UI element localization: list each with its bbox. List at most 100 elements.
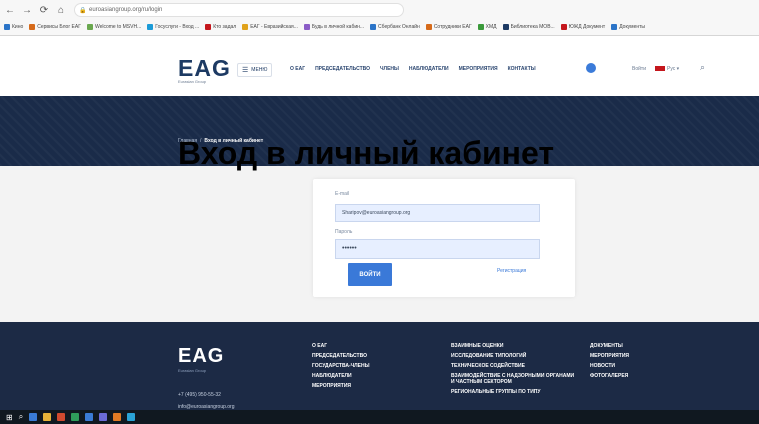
footer-link[interactable]: НАБЛЮДАТЕЛИ (312, 373, 369, 379)
footer-link[interactable]: О ЕАГ (312, 343, 369, 349)
login-button[interactable]: ВОЙТИ (348, 263, 392, 286)
bookmark-favicon-icon (147, 24, 154, 30)
footer-column-1: О ЕАГ ПРЕДСЕДАТЕЛЬСТВО ГОСУДАРСТВА-ЧЛЕНЫ НА… (312, 343, 369, 389)
breadcrumb-separator: / (200, 138, 202, 144)
bookmark-label: Welcome to MSVH... (94, 24, 142, 30)
taskbar-app-icon[interactable] (71, 413, 80, 421)
bookmark-label: ЮЖД Документ (568, 24, 606, 30)
bookmark-item[interactable]: Кино (4, 24, 23, 30)
bookmark-label: Документы (619, 24, 645, 30)
footer-link[interactable]: ТЕХНИЧЕСКОЕ СОДЕЙСТВИЕ (451, 363, 576, 369)
bookmark-item[interactable]: ЮЖД Документ (560, 24, 606, 30)
bookmark-favicon-icon (4, 24, 10, 30)
footer-logo-subtitle: Eurasian Group (178, 368, 207, 373)
bookmark-label: ХМД (485, 24, 497, 30)
password-label: Пароль (335, 229, 353, 235)
site-logo[interactable]: EAG (178, 55, 231, 82)
bookmark-label: Сбербанк Онлайн (378, 24, 420, 30)
footer-link[interactable]: МЕРОПРИЯТИЯ (590, 353, 629, 359)
site-footer (0, 322, 759, 410)
footer-column-3: ДОКУМЕНТЫ МЕРОПРИЯТИЯ НОВОСТИ ФОТОГАЛЕРЕЯ (590, 343, 629, 379)
reload-icon[interactable]: ⟳ (37, 3, 51, 17)
back-icon[interactable]: ← (3, 3, 17, 17)
nav-item[interactable]: НАБЛЮДАТЕЛИ (409, 66, 449, 72)
forward-icon[interactable]: → (20, 3, 34, 17)
taskbar-app-icon[interactable] (113, 413, 122, 421)
taskbar-app-icon[interactable] (43, 413, 52, 421)
nav-item[interactable]: ПРЕДСЕДАТЕЛЬСТВО (315, 66, 370, 72)
bookmark-item[interactable]: Госуслуги - Вход ... (147, 24, 199, 30)
bookmark-favicon-icon (560, 24, 567, 30)
footer-link[interactable]: ИССЛЕДОВАНИЕ ТИПОЛОГИЙ (451, 353, 576, 359)
bookmark-item[interactable]: Будь в личной кабин... (303, 24, 364, 30)
footer-link[interactable]: НОВОСТИ (590, 363, 629, 369)
bookmark-item[interactable]: Документы (611, 24, 645, 30)
footer-link[interactable]: ГОСУДАРСТВА-ЧЛЕНЫ (312, 363, 369, 369)
nav-item[interactable]: О ЕАГ (290, 66, 305, 72)
windows-start-icon[interactable]: ⊞ (6, 413, 13, 422)
footer-phone[interactable]: +7 (495) 950-55-32 (178, 392, 221, 398)
menu-button[interactable]: ☰ МЕНЮ (237, 63, 273, 77)
footer-link[interactable]: ВЗАИМОДЕЙСТВИЕ С НАДЗОРНЫМИ ОРГАНАМИ И Ч… (451, 373, 576, 385)
bookmark-label: ЕАГ - Евразийская... (250, 24, 298, 30)
breadcrumb-current: Вход в личный кабинет (204, 138, 264, 144)
footer-link[interactable]: ВЗАИМНЫЕ ОЦЕНКИ (451, 343, 576, 349)
taskbar-app-icon[interactable] (99, 413, 108, 421)
bookmark-label: Кино (12, 24, 24, 30)
bookmark-item[interactable]: Сервисы Блог ЕАГ (29, 24, 81, 30)
nav-item[interactable]: ЧЛЕНЫ (380, 66, 399, 72)
nav-item[interactable]: КОНТАКТЫ (508, 66, 536, 72)
bookmark-favicon-icon (86, 24, 93, 30)
url-bar[interactable]: 🔒 euroasiangroup.org/ru/login (74, 3, 404, 17)
footer-column-2: ВЗАИМНЫЕ ОЦЕНКИ ИССЛЕДОВАНИЕ ТИПОЛОГИЙ ТЕХ… (451, 343, 576, 395)
email-label: E-mail (335, 191, 350, 197)
footer-link[interactable]: ДОКУМЕНТЫ (590, 343, 629, 349)
top-navigation: О ЕАГ ПРЕДСЕДАТЕЛЬСТВО ЧЛЕНЫ НАБЛЮДАТЕЛИ МЕР… (290, 66, 536, 72)
bookmarks-bar: Кино Сервисы Блог ЕАГ Welcome to MSVH... Го… (0, 20, 759, 34)
os-taskbar: ⊞ ⌕ (0, 410, 759, 424)
footer-link[interactable]: МЕРОПРИЯТИЯ (312, 383, 369, 389)
bookmark-label: Библиотека МОВ... (510, 24, 555, 30)
breadcrumb: Главная / Вход в личный кабинет (178, 138, 263, 144)
nav-item[interactable]: МЕРОПРИЯТИЯ (459, 66, 498, 72)
footer-link[interactable]: ПРЕДСЕДАТЕЛЬСТВО (312, 353, 369, 359)
bookmark-label: Госуслуги - Вход ... (155, 24, 200, 30)
password-field[interactable]: •••••• (335, 239, 540, 259)
bookmark-favicon-icon (242, 24, 249, 30)
bookmark-item[interactable]: ХМД (477, 24, 497, 30)
taskbar-app-icon[interactable] (57, 413, 66, 421)
taskbar-app-icon[interactable] (127, 413, 136, 421)
bookmark-favicon-icon (425, 24, 432, 30)
bookmark-item[interactable]: Welcome to MSVH... (86, 24, 142, 30)
address-row: ← → ⟳ ⌂ 🔒 euroasiangroup.org/ru/login (0, 0, 759, 20)
bookmark-label: Кто задал (213, 24, 237, 30)
bookmark-favicon-icon (29, 24, 36, 30)
bookmark-item[interactable]: Сотрудники ЕАГ (425, 24, 472, 30)
bookmark-item[interactable]: Библиотека МОВ... (502, 24, 555, 30)
bookmark-label: Сервисы Блог ЕАГ (37, 24, 81, 30)
bookmark-item[interactable]: Сбербанк Онлайн (370, 24, 420, 30)
bookmark-favicon-icon (611, 24, 618, 30)
bookmark-favicon-icon (477, 24, 484, 30)
footer-link[interactable]: ФОТОГАЛЕРЕЯ (590, 373, 629, 379)
bookmark-item[interactable]: Кто задал (205, 24, 236, 30)
home-icon[interactable]: ⌂ (54, 3, 68, 17)
footer-logo[interactable]: EAG (178, 345, 224, 368)
breadcrumb-home[interactable]: Главная (178, 138, 197, 144)
footer-link[interactable]: РЕГИОНАЛЬНЫЕ ГРУППЫ ПО ТИПУ (451, 389, 576, 395)
language-selector[interactable]: Рус ▾ (667, 66, 679, 72)
accessibility-icon[interactable] (586, 63, 596, 73)
taskbar-search-icon[interactable]: ⌕ (19, 412, 23, 422)
header-login-link[interactable]: Войти (632, 66, 646, 72)
taskbar-app-icon[interactable] (29, 413, 38, 421)
bookmark-item[interactable]: ЕАГ - Евразийская... (242, 24, 298, 30)
taskbar-app-icon[interactable] (85, 413, 94, 421)
site-logo-subtitle: Eurasian Group (178, 79, 207, 84)
email-field[interactable]: Sharipov@euroasiangroup.org (335, 204, 540, 222)
russian-flag-icon (655, 66, 665, 71)
url-text: euroasiangroup.org/ru/login (89, 7, 163, 13)
bookmark-favicon-icon (370, 24, 377, 30)
lock-icon: 🔒 (79, 8, 87, 14)
register-link[interactable]: Регистрация (497, 268, 526, 274)
search-icon[interactable]: ⌕ (700, 62, 705, 73)
